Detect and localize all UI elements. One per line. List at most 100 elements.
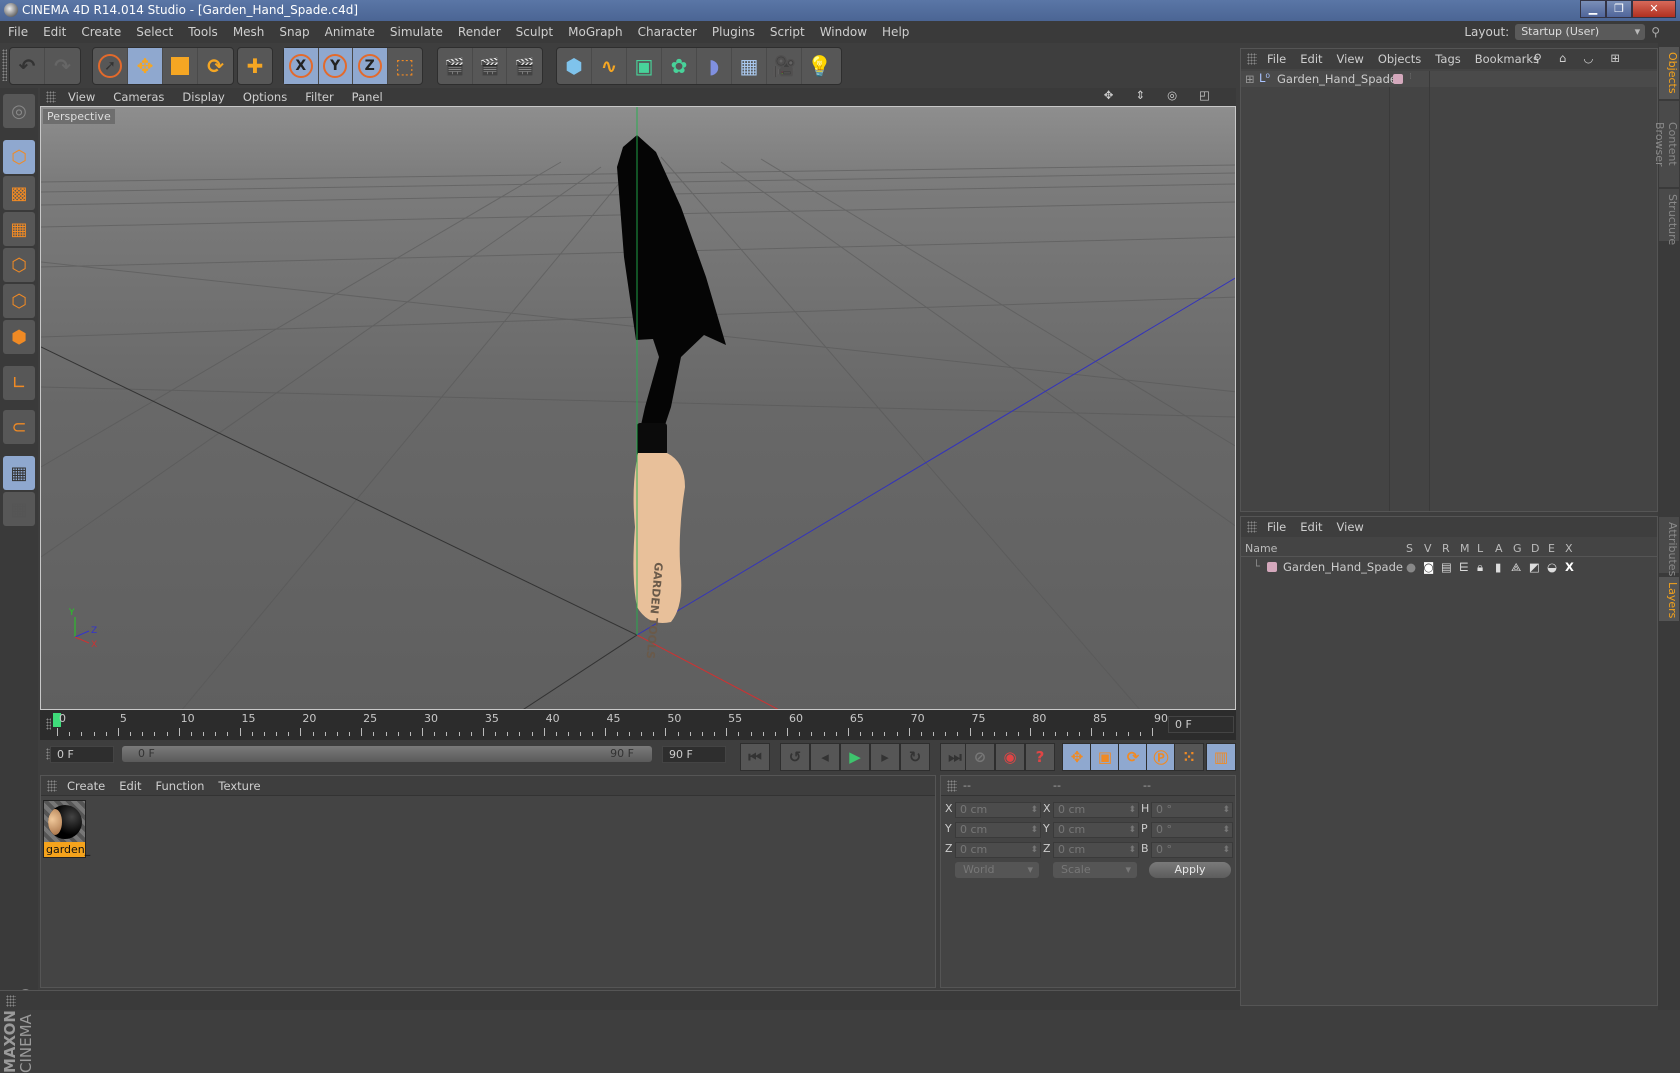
layer-menu-edit[interactable]: Edit (1300, 520, 1322, 534)
end-frame-field[interactable]: 90 F (662, 746, 726, 763)
material-menu-create[interactable]: Create (67, 779, 105, 793)
record-icon[interactable]: ⊘ (965, 743, 995, 771)
home-icon[interactable]: ⌂ (1559, 51, 1569, 65)
render-view-icon[interactable]: 🎬 (438, 48, 473, 84)
coordinate-mode-dropdown[interactable]: World (955, 862, 1039, 878)
key-position-icon[interactable]: ✥ (1062, 743, 1092, 771)
tab-layers[interactable]: Layers (1659, 577, 1679, 621)
material-menu-texture[interactable]: Texture (218, 779, 260, 793)
keyframe-selection-icon[interactable]: ? (1025, 743, 1055, 771)
layer-color-swatch[interactable] (1393, 74, 1403, 84)
start-frame-field[interactable]: 0 F (50, 746, 114, 763)
animation-icon[interactable]: ▮ (1495, 560, 1501, 574)
lock-icon[interactable]: 🔒︎ (1477, 560, 1483, 575)
menu-mograph[interactable]: MoGraph (568, 25, 623, 39)
visibility-dots-icon[interactable]: ⁞ (1409, 72, 1412, 82)
polygons-mode-icon[interactable]: ⬢ (3, 320, 35, 354)
new-window-icon[interactable]: ⊞ (1610, 51, 1623, 65)
key-parameter-icon[interactable]: Ⓟ (1146, 743, 1176, 771)
xrefs-icon[interactable]: X (1565, 560, 1574, 574)
generators-icon[interactable]: ⟁ (1511, 560, 1521, 575)
expressions-icon[interactable]: ◒ (1547, 560, 1557, 574)
dolly-icon[interactable]: ⇕ (1135, 88, 1149, 102)
menu-file[interactable]: File (8, 25, 28, 39)
orbit-icon[interactable]: ◎ (1167, 88, 1181, 102)
floor-icon[interactable]: ▦ (732, 48, 767, 84)
edges-mode-icon[interactable]: ⬡ (3, 284, 35, 318)
menu-edit[interactable]: Edit (43, 25, 66, 39)
deformers-icon[interactable]: ◩ (1529, 560, 1540, 574)
previous-key-icon[interactable]: ↺ (780, 743, 810, 771)
tab-objects[interactable]: Objects (1659, 47, 1679, 99)
layout-select[interactable]: Startup (User) (1515, 24, 1646, 40)
rotation-b-field[interactable]: 0 ° (1151, 842, 1233, 858)
object-menu-file[interactable]: File (1267, 52, 1286, 66)
menu-tools[interactable]: Tools (188, 25, 218, 39)
object-row[interactable]: ⊞ L⁰ Garden_Hand_Spade ⁞ (1241, 71, 1657, 87)
object-menu-edit[interactable]: Edit (1300, 52, 1322, 66)
render-icon[interactable]: ▤ (1441, 560, 1452, 574)
search-icon[interactable]: ⚲ (1534, 51, 1545, 65)
cube-icon[interactable]: ⬢ (557, 48, 592, 84)
key-pla-icon[interactable]: ⁙ (1174, 743, 1204, 771)
timeline-icon[interactable]: ▥ (1206, 743, 1236, 771)
viewport-menu-cameras[interactable]: Cameras (113, 90, 164, 104)
viewport-menu-display[interactable]: Display (182, 90, 224, 104)
material-menu-edit[interactable]: Edit (119, 779, 141, 793)
menu-window[interactable]: Window (820, 25, 867, 39)
key-rotation-icon[interactable]: ⟳ (1118, 743, 1148, 771)
size-z-field[interactable]: 0 cm (1053, 842, 1139, 858)
mograph-cloner-icon[interactable]: ✿ (662, 48, 697, 84)
apply-button[interactable]: Apply (1149, 862, 1231, 878)
x-axis-lock[interactable]: X (284, 48, 319, 84)
live-selection-icon[interactable]: ➚ (93, 48, 128, 84)
maximize-icon[interactable]: ◰ (1199, 88, 1214, 102)
play-icon[interactable]: ▶ (840, 743, 870, 771)
pan-icon[interactable]: ✥ (1104, 88, 1118, 102)
menu-animate[interactable]: Animate (325, 25, 375, 39)
tab-structure[interactable]: Structure (1659, 189, 1679, 245)
tab-attributes[interactable]: Attributes (1659, 517, 1679, 576)
recent-tool-icon[interactable]: ✚ (238, 48, 272, 84)
menu-plugins[interactable]: Plugins (712, 25, 755, 39)
viewport-menu-options[interactable]: Options (243, 90, 287, 104)
menu-select[interactable]: Select (136, 25, 173, 39)
coordinate-system-icon[interactable]: ⬚ (388, 48, 422, 84)
material-menu-function[interactable]: Function (156, 779, 205, 793)
restore-button[interactable]: ❐ (1606, 0, 1632, 18)
material-swatch[interactable]: garden_ (43, 800, 90, 858)
snap-magnet-icon[interactable]: ⊂ (3, 410, 35, 444)
deformer-icon[interactable]: ◗ (697, 48, 732, 84)
redo-icon[interactable]: ↷ (45, 48, 80, 84)
position-z-field[interactable]: 0 cm (955, 842, 1041, 858)
scale-icon[interactable] (163, 48, 198, 84)
go-to-start-icon[interactable]: ⏮ (740, 743, 770, 771)
search-icon[interactable]: ⚲ (1651, 25, 1660, 39)
axis-mode-icon[interactable]: ∟ (3, 366, 35, 400)
current-frame-field[interactable]: 0 F (1168, 716, 1234, 733)
undo-icon[interactable]: ↶ (10, 48, 45, 84)
render-picture-viewer-icon[interactable]: 🎬 (473, 48, 508, 84)
object-name[interactable]: Garden_Hand_Spade (1277, 72, 1397, 86)
viewport-menu-panel[interactable]: Panel (352, 90, 383, 104)
object-menu-objects[interactable]: Objects (1378, 52, 1421, 66)
visible-icon[interactable]: ◙ (1423, 560, 1434, 574)
autokey-icon[interactable]: ◉ (995, 743, 1025, 771)
object-menu-view[interactable]: View (1337, 52, 1364, 66)
size-x-field[interactable]: 0 cm (1053, 802, 1139, 818)
menu-mesh[interactable]: Mesh (233, 25, 265, 39)
menu-snap[interactable]: Snap (279, 25, 309, 39)
menu-help[interactable]: Help (882, 25, 909, 39)
nurbs-icon[interactable]: ▣ (627, 48, 662, 84)
spline-icon[interactable]: ∿ (592, 48, 627, 84)
menu-create[interactable]: Create (81, 25, 121, 39)
texture-mode-icon[interactable]: ▩ (3, 176, 35, 210)
viewport-menu-filter[interactable]: Filter (305, 90, 333, 104)
layer-name[interactable]: Garden_Hand_Spade (1283, 560, 1403, 574)
manager-icon[interactable]: ⋿ (1459, 560, 1469, 574)
key-scale-icon[interactable]: ▣ (1090, 743, 1120, 771)
menu-sculpt[interactable]: Sculpt (516, 25, 553, 39)
planar-workplane-icon[interactable]: ▦ (3, 492, 35, 526)
points-mode-icon[interactable]: ⬡ (3, 248, 35, 282)
rotation-p-field[interactable]: 0 ° (1151, 822, 1233, 838)
